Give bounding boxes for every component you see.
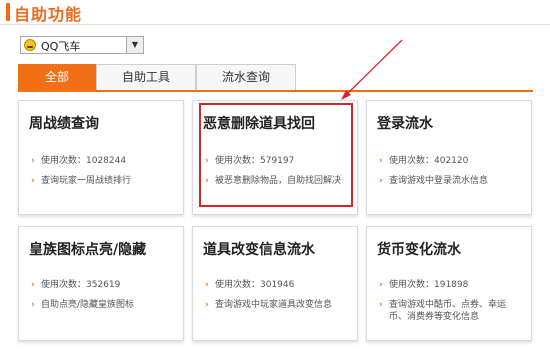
annotation-arrow-icon [341, 39, 403, 100]
